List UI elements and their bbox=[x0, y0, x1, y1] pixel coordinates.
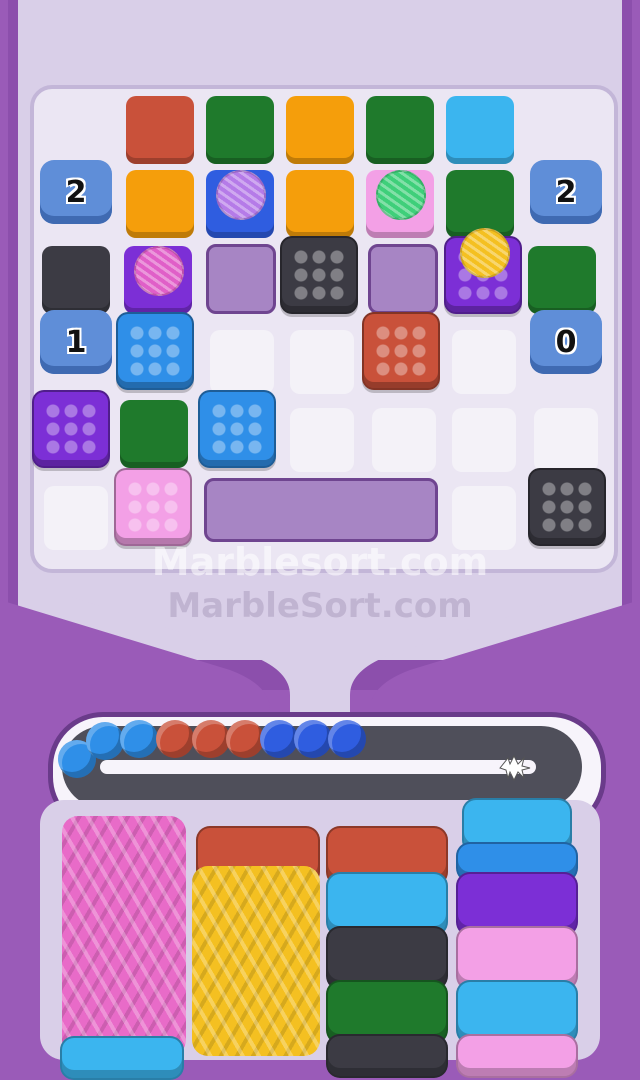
tile-green[interactable] bbox=[366, 96, 434, 164]
empty-slot[interactable] bbox=[368, 244, 438, 314]
tile-red[interactable] bbox=[126, 96, 194, 164]
yarn-ball-icon[interactable] bbox=[134, 246, 184, 296]
marble-box-dark[interactable] bbox=[528, 468, 606, 546]
wide-empty-slot[interactable] bbox=[204, 478, 438, 542]
watermark-primary: Marblesort.com bbox=[151, 540, 489, 584]
marble-box-dark[interactable] bbox=[280, 236, 358, 314]
grid-cell[interactable] bbox=[452, 330, 516, 394]
knit-stack-pink[interactable] bbox=[62, 816, 186, 1056]
cannon-left-mid[interactable]: 1 bbox=[40, 310, 112, 374]
grid-cell[interactable] bbox=[452, 408, 516, 472]
marble-box-red[interactable] bbox=[362, 312, 440, 390]
tile-orange[interactable] bbox=[286, 170, 354, 238]
conveyor-lane bbox=[100, 760, 536, 774]
yarn-ball-icon[interactable] bbox=[460, 228, 510, 278]
marble-ball bbox=[120, 720, 158, 758]
marble-ball bbox=[156, 720, 194, 758]
marble-ball bbox=[294, 720, 332, 758]
grid-cell[interactable] bbox=[372, 408, 436, 472]
empty-slot[interactable] bbox=[206, 244, 276, 314]
tile-orange[interactable] bbox=[126, 170, 194, 238]
marble-ball bbox=[226, 720, 264, 758]
cannon-count: 0 bbox=[555, 324, 577, 360]
marble-box-pink[interactable] bbox=[114, 468, 192, 546]
grid-cell[interactable] bbox=[534, 408, 598, 472]
knit-stack-yellow[interactable] bbox=[192, 866, 320, 1056]
tile-green[interactable] bbox=[528, 246, 596, 314]
cannon-count: 1 bbox=[65, 324, 87, 360]
marble-ball bbox=[192, 720, 230, 758]
cannon-count: 2 bbox=[555, 174, 577, 210]
crate-dark[interactable] bbox=[326, 1034, 448, 1078]
spike-icon bbox=[499, 754, 531, 782]
crate-pink[interactable] bbox=[456, 1034, 578, 1078]
marble-ball bbox=[328, 720, 366, 758]
marble-ball bbox=[86, 722, 124, 760]
cannon-left-top[interactable]: 2 bbox=[40, 160, 112, 224]
tile-dark[interactable] bbox=[42, 246, 110, 314]
tile-sky[interactable] bbox=[446, 96, 514, 164]
cannon-count: 2 bbox=[65, 174, 87, 210]
marble-box-blue[interactable] bbox=[198, 390, 276, 468]
marble-box-purple[interactable] bbox=[32, 390, 110, 468]
cannon-right-top[interactable]: 2 bbox=[530, 160, 602, 224]
tile-green[interactable] bbox=[120, 400, 188, 468]
yarn-ball-icon[interactable] bbox=[216, 170, 266, 220]
grid-cell[interactable] bbox=[290, 330, 354, 394]
grid-cell[interactable] bbox=[210, 330, 274, 394]
watermark-secondary: MarbleSort.com bbox=[167, 586, 473, 626]
marble-ball bbox=[260, 720, 298, 758]
tile-orange[interactable] bbox=[286, 96, 354, 164]
grid-cell[interactable] bbox=[290, 408, 354, 472]
cannon-right-mid[interactable]: 0 bbox=[530, 310, 602, 374]
crate-sky[interactable] bbox=[60, 1036, 184, 1080]
marble-box-blue[interactable] bbox=[116, 312, 194, 390]
yarn-ball-icon[interactable] bbox=[376, 170, 426, 220]
tile-green[interactable] bbox=[206, 96, 274, 164]
